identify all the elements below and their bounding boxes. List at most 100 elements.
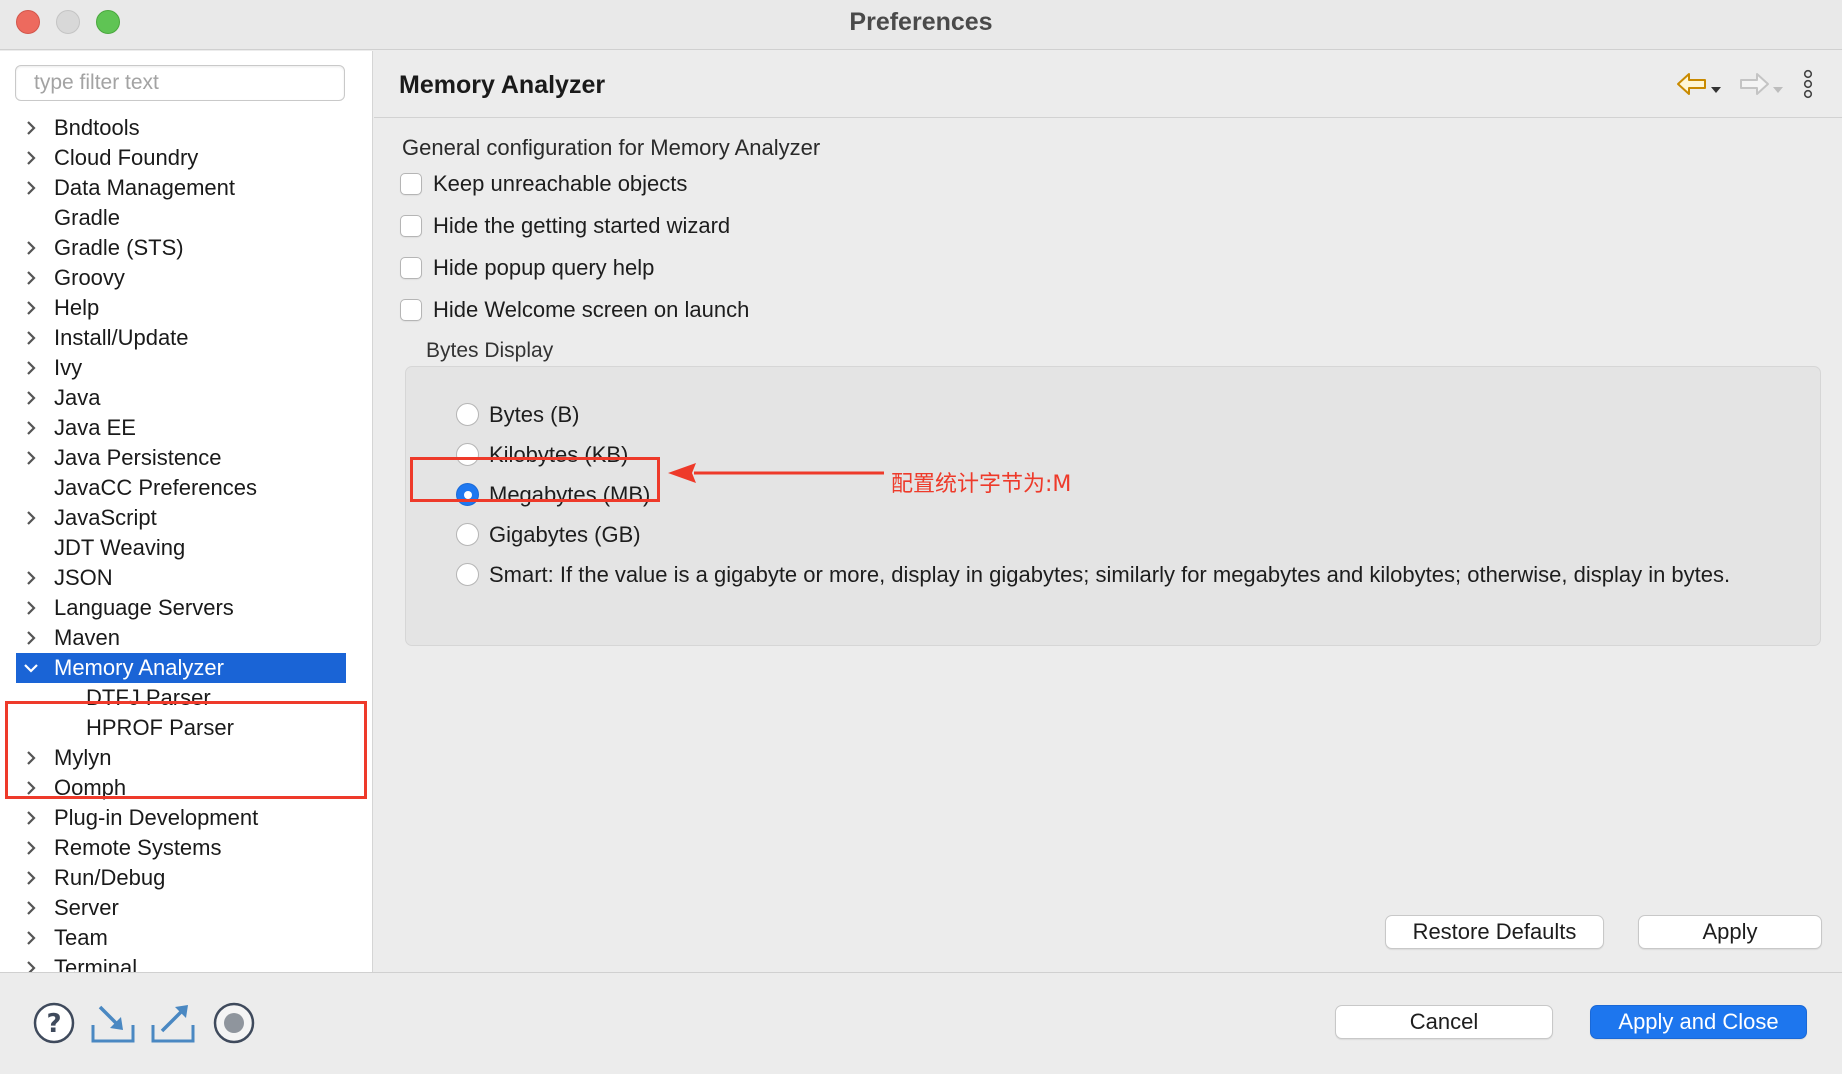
sidebar-item-label: Plug-in Development bbox=[54, 805, 259, 830]
annotation-text: 配置统计字节为:M bbox=[891, 472, 1072, 497]
sidebar-item-install-update[interactable]: Install/Update bbox=[0, 323, 372, 353]
chevron-right-icon[interactable] bbox=[23, 113, 39, 143]
sidebar-item-java-persistence[interactable]: Java Persistence bbox=[0, 443, 372, 473]
sidebar-item-terminal[interactable]: Terminal bbox=[0, 953, 372, 972]
preference-page: Memory Analyzer General configuration fo… bbox=[374, 51, 1842, 972]
title-bar: Preferences bbox=[0, 0, 1842, 50]
apply-and-close-button[interactable]: Apply and Close bbox=[1590, 1005, 1807, 1039]
chevron-right-icon[interactable] bbox=[23, 323, 39, 353]
chevron-right-icon[interactable] bbox=[23, 263, 39, 293]
sidebar-item-label: Run/Debug bbox=[54, 865, 166, 890]
apply-button[interactable]: Apply bbox=[1638, 915, 1822, 949]
chevron-right-icon[interactable] bbox=[23, 503, 39, 533]
chevron-right-icon[interactable] bbox=[23, 173, 39, 203]
chevron-right-icon[interactable] bbox=[23, 803, 39, 833]
checkbox-box[interactable] bbox=[400, 299, 422, 321]
export-icon[interactable] bbox=[150, 1001, 196, 1050]
sidebar-item-bndtools[interactable]: Bndtools bbox=[0, 113, 372, 143]
chevron-right-icon[interactable] bbox=[23, 413, 39, 443]
sidebar-item-javascript[interactable]: JavaScript bbox=[0, 503, 372, 533]
help-icon[interactable]: ? bbox=[32, 1001, 76, 1050]
preferences-tree: Bndtools Cloud Foundry Data Management Grad… bbox=[0, 113, 372, 972]
chevron-right-icon[interactable] bbox=[23, 953, 39, 972]
sidebar-item-server[interactable]: Server bbox=[0, 893, 372, 923]
radio-circle[interactable] bbox=[456, 563, 479, 586]
checkbox-box[interactable] bbox=[400, 257, 422, 279]
sidebar-item-team[interactable]: Team bbox=[0, 923, 372, 953]
chevron-right-icon[interactable] bbox=[23, 833, 39, 863]
sidebar-item-groovy[interactable]: Groovy bbox=[0, 263, 372, 293]
sidebar-item-label: Bndtools bbox=[54, 115, 140, 140]
filter-input[interactable] bbox=[15, 65, 345, 101]
view-menu-icon[interactable] bbox=[1802, 69, 1814, 106]
radio-circle[interactable] bbox=[456, 523, 479, 546]
sidebar-item-label: Help bbox=[54, 295, 100, 320]
sidebar-item-label: Gradle (STS) bbox=[54, 235, 184, 260]
import-icon[interactable] bbox=[90, 1001, 136, 1050]
sidebar-item-cloud-foundry[interactable]: Cloud Foundry bbox=[0, 143, 372, 173]
chevron-right-icon[interactable] bbox=[23, 233, 39, 263]
sidebar-item-data-management[interactable]: Data Management bbox=[0, 173, 372, 203]
back-arrow-icon[interactable] bbox=[1676, 71, 1708, 102]
chevron-right-icon[interactable] bbox=[23, 353, 39, 383]
sidebar-item-javacc-preferences[interactable]: JavaCC Preferences bbox=[0, 473, 372, 503]
sidebar-item-maven[interactable]: Maven bbox=[0, 623, 372, 653]
bytes-display-label: Bytes Display bbox=[426, 339, 554, 362]
window-title: Preferences bbox=[849, 8, 993, 36]
sidebar-item-gradle-sts[interactable]: Gradle (STS) bbox=[0, 233, 372, 263]
chevron-right-icon[interactable] bbox=[23, 863, 39, 893]
chevron-right-icon[interactable] bbox=[23, 893, 39, 923]
checkbox-label: Keep unreachable objects bbox=[433, 171, 688, 196]
cancel-button[interactable]: Cancel bbox=[1335, 1005, 1553, 1039]
sidebar-item-jdt-weaving[interactable]: JDT Weaving bbox=[0, 533, 372, 563]
forward-arrow-icon[interactable] bbox=[1738, 71, 1770, 102]
sidebar-item-label: Java bbox=[54, 385, 101, 410]
sidebar-item-label: Ivy bbox=[54, 355, 83, 380]
radio-circle[interactable] bbox=[456, 403, 479, 426]
highlight-box-memory-analyzer bbox=[5, 701, 367, 799]
sidebar-item-json[interactable]: JSON bbox=[0, 563, 372, 593]
sidebar-item-java[interactable]: Java bbox=[0, 383, 372, 413]
sidebar-item-label: Cloud Foundry bbox=[54, 145, 199, 170]
sidebar-item-label: Language Servers bbox=[54, 595, 234, 620]
chevron-right-icon[interactable] bbox=[23, 293, 39, 323]
chevron-right-icon[interactable] bbox=[23, 563, 39, 593]
page-title: Memory Analyzer bbox=[399, 71, 606, 99]
sidebar-item-ivy[interactable]: Ivy bbox=[0, 353, 372, 383]
sidebar-item-label: Data Management bbox=[54, 175, 235, 200]
sidebar-item-help[interactable]: Help bbox=[0, 293, 372, 323]
sidebar-item-java-ee[interactable]: Java EE bbox=[0, 413, 372, 443]
sidebar-item-label: JavaCC Preferences bbox=[54, 475, 257, 500]
highlight-box-megabytes bbox=[410, 457, 660, 502]
sidebar-item-remote-systems[interactable]: Remote Systems bbox=[0, 833, 372, 863]
chevron-right-icon[interactable] bbox=[23, 623, 39, 653]
sidebar-item-language-servers[interactable]: Language Servers bbox=[0, 593, 372, 623]
sidebar-item-label: Remote Systems bbox=[54, 835, 222, 860]
sidebar-item-label: Install/Update bbox=[54, 325, 189, 350]
radio-label: Bytes (B) bbox=[489, 402, 580, 427]
sidebar-item-label: JDT Weaving bbox=[54, 535, 186, 560]
chevron-right-icon[interactable] bbox=[23, 593, 39, 623]
checkbox-box[interactable] bbox=[400, 215, 422, 237]
sidebar-item-label: JavaScript bbox=[54, 505, 157, 530]
chevron-down-icon[interactable] bbox=[23, 653, 39, 683]
restore-defaults-button[interactable]: Restore Defaults bbox=[1385, 915, 1604, 949]
sidebar-item-memory-analyzer[interactable]: Memory Analyzer bbox=[0, 653, 372, 683]
checkbox-label: Hide the getting started wizard bbox=[433, 213, 731, 238]
record-icon[interactable] bbox=[212, 1001, 256, 1050]
back-dropdown-icon[interactable] bbox=[1710, 81, 1722, 99]
chevron-right-icon[interactable] bbox=[23, 443, 39, 473]
radio-label: Gigabytes (GB) bbox=[489, 522, 641, 547]
sidebar-item-label: Memory Analyzer bbox=[54, 655, 224, 680]
chevron-right-icon[interactable] bbox=[23, 383, 39, 413]
sidebar-item-plug-in-development[interactable]: Plug-in Development bbox=[0, 803, 372, 833]
sidebar-item-gradle[interactable]: Gradle bbox=[0, 203, 372, 233]
sidebar-item-label: Terminal bbox=[54, 955, 138, 972]
chevron-right-icon[interactable] bbox=[23, 143, 39, 173]
chevron-right-icon[interactable] bbox=[23, 923, 39, 953]
sidebar-item-run-debug[interactable]: Run/Debug bbox=[0, 863, 372, 893]
forward-dropdown-icon[interactable] bbox=[1772, 81, 1784, 99]
sidebar-item-label: Maven bbox=[54, 625, 121, 650]
checkbox-box[interactable] bbox=[400, 173, 422, 195]
preferences-sidebar: Bndtools Cloud Foundry Data Management Grad… bbox=[0, 51, 373, 972]
